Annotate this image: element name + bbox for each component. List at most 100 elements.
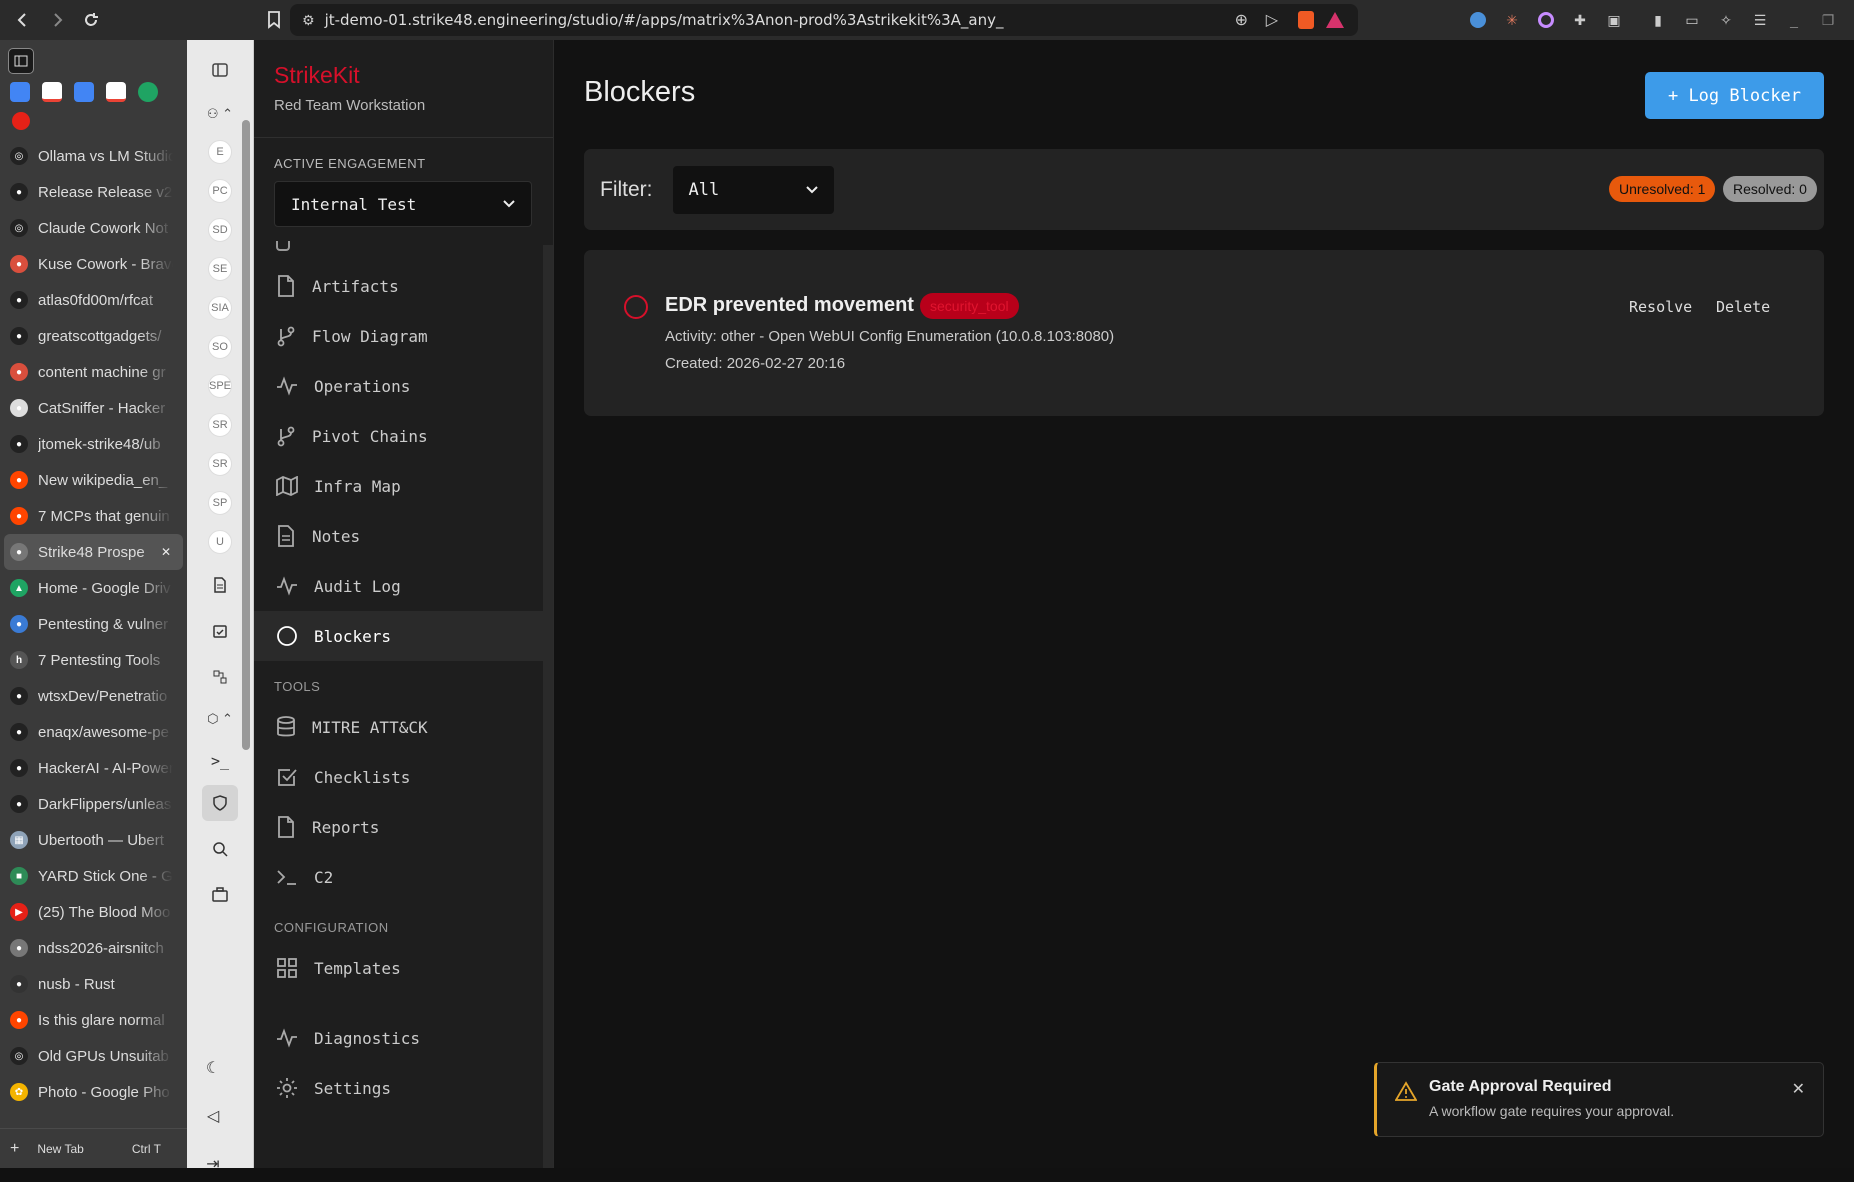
site-settings-icon[interactable]: ⚙ <box>302 12 315 29</box>
close-window-icon[interactable]: ✕ <box>1850 8 1854 32</box>
tab-item[interactable]: ◎ Old GPUs Unsuitab <box>0 1038 187 1074</box>
tab-item[interactable]: ◎ Claude Cowork Not <box>0 210 187 246</box>
search-icon[interactable] <box>202 831 238 867</box>
brave-shields-icon[interactable] <box>1298 11 1314 29</box>
nav-item-pivot-chains[interactable]: Pivot Chains <box>254 411 544 461</box>
menu-icon[interactable]: ☰ <box>1748 8 1772 32</box>
nav-item-settings[interactable]: Settings <box>254 1063 544 1113</box>
engagement-avatar[interactable]: SPE <box>208 373 232 398</box>
engagement-avatar[interactable]: PC <box>208 178 232 203</box>
rail-scrollbar[interactable] <box>242 100 250 1000</box>
extension-ring-icon[interactable] <box>1534 8 1558 32</box>
address-bar[interactable]: ⚙ jt-demo-01.strike48.engineering/studio… <box>290 4 1358 36</box>
dark-mode-icon[interactable]: ☾ <box>195 1050 231 1086</box>
pinned-gmail-icon[interactable] <box>106 82 126 102</box>
tab-item[interactable]: ● Pentesting & vulner <box>0 606 187 642</box>
tab-item[interactable]: ■ YARD Stick One - Gr <box>0 858 187 894</box>
wallet-icon[interactable]: ▭ <box>1680 8 1704 32</box>
nav-item-notes[interactable]: Notes <box>254 511 544 561</box>
tab-item[interactable]: ● nusb - Rust <box>0 966 187 1002</box>
engagement-dropdown[interactable]: Internal Test <box>274 181 532 227</box>
tab-item[interactable]: ▶ (25) The Blood Moo <box>0 894 187 930</box>
tab-item[interactable]: ● New wikipedia_en_ <box>0 462 187 498</box>
engagement-avatar[interactable]: SR <box>208 451 232 476</box>
engagement-avatar[interactable]: SO <box>208 334 232 359</box>
gate-approval-toast[interactable]: Gate Approval Required A workflow gate r… <box>1374 1062 1824 1137</box>
tab-item[interactable]: ● DarkFlippers/unleas <box>0 786 187 822</box>
sidebar-toggle-icon[interactable]: ▮ <box>1646 8 1670 32</box>
tab-item[interactable]: ● 7 MCPs that genuin <box>0 498 187 534</box>
log-blocker-button[interactable]: + Log Blocker <box>1645 72 1824 119</box>
send-icon[interactable]: ▷ <box>1266 10 1278 30</box>
nav-item-flow-diagram[interactable]: Flow Diagram <box>254 311 544 361</box>
reload-icon[interactable] <box>74 3 108 37</box>
resolve-button[interactable]: Resolve <box>1629 298 1692 316</box>
sidebar-panel-icon[interactable] <box>8 48 34 74</box>
close-icon[interactable]: ✕ <box>1792 1079 1805 1099</box>
tab-item[interactable]: ● ndss2026-airsnitch <box>0 930 187 966</box>
pinned-calendar-icon[interactable] <box>74 82 94 102</box>
extension-claude-icon[interactable]: ✳ <box>1500 8 1524 32</box>
collapse-panel-icon[interactable] <box>202 52 238 88</box>
tab-item[interactable]: ▦ Ubertooth — Ubert <box>0 822 187 858</box>
calendar-icon[interactable] <box>202 613 238 649</box>
nav-scrollbar[interactable] <box>543 245 553 1168</box>
document-icon[interactable] <box>202 567 238 603</box>
workflow-icon[interactable] <box>202 659 238 695</box>
tab-item[interactable]: ✿ Photo - Google Pho <box>0 1074 187 1110</box>
restore-icon[interactable]: ❐ <box>1816 8 1840 32</box>
nav-item-artifacts[interactable]: Artifacts <box>254 261 544 311</box>
screenshot-icon[interactable]: ▣ <box>1602 8 1626 32</box>
resolve-status-icon[interactable] <box>624 295 648 319</box>
tab-item[interactable]: ● Kuse Cowork - Brave <box>0 246 187 282</box>
nav-item-infra-map[interactable]: Infra Map <box>254 461 544 511</box>
engagement-avatar[interactable]: E <box>208 139 232 164</box>
terminal-icon[interactable]: >_ <box>202 743 238 779</box>
tab-item[interactable]: ● greatscottgadgets/ <box>0 318 187 354</box>
pinned-gmail-icon[interactable] <box>42 82 62 102</box>
extensions-icon[interactable]: ✚ <box>1568 8 1592 32</box>
briefcase-icon[interactable] <box>202 877 238 913</box>
tab-item[interactable]: ● enaqx/awesome-pe <box>0 714 187 750</box>
tab-item[interactable]: ◎ Ollama vs LM Studio <box>0 138 187 174</box>
extension-g-icon[interactable] <box>1466 8 1490 32</box>
tab-item[interactable]: ● Is this glare normal <box>0 1002 187 1038</box>
logout-icon[interactable]: ⇥ <box>195 1146 231 1182</box>
package-icon[interactable]: ⬡ ⌃ <box>200 701 240 737</box>
nav-item-diagnostics[interactable]: Diagnostics <box>254 1013 544 1063</box>
tab-item[interactable]: ● jtomek-strike48/ub <box>0 426 187 462</box>
leo-ai-icon[interactable]: ✧ <box>1714 8 1738 32</box>
nav-item-blockers[interactable]: Blockers <box>254 611 544 661</box>
engagement-avatar[interactable]: SR <box>208 412 232 437</box>
tab-item[interactable]: ● content machine gr <box>0 354 187 390</box>
engagement-avatar[interactable]: SIA <box>208 295 232 320</box>
nav-item-c2[interactable]: C2 <box>254 852 544 902</box>
pinned-youtube-icon[interactable] <box>12 112 30 130</box>
forward-icon[interactable] <box>40 3 74 37</box>
filter-select[interactable]: All <box>672 165 834 214</box>
nav-item-checklists[interactable]: Checklists <box>254 752 544 802</box>
users-group-icon[interactable]: ⚇ ⌃ <box>200 96 240 132</box>
nav-item-operations[interactable]: Operations <box>254 361 544 411</box>
nav-item-mitre[interactable]: MITRE ATT&CK <box>254 702 544 752</box>
pinned-calendar-icon[interactable] <box>10 82 30 102</box>
shield-icon[interactable] <box>202 785 238 821</box>
back-icon[interactable] <box>6 3 40 37</box>
tab-item[interactable]: ● CatSniffer - Hacker <box>0 390 187 426</box>
pinned-phone-icon[interactable] <box>138 82 158 102</box>
bookmark-icon[interactable] <box>262 8 286 32</box>
announcement-icon[interactable]: ◁ <box>195 1098 231 1134</box>
tab-item[interactable]: ● HackerAI - AI-Power <box>0 750 187 786</box>
engagement-avatar[interactable]: SP <box>208 490 232 515</box>
zoom-icon[interactable]: ⊕ <box>1235 10 1248 30</box>
delete-button[interactable]: Delete <box>1716 298 1770 316</box>
engagement-avatar[interactable]: SD <box>208 217 232 242</box>
minimize-icon[interactable]: _ <box>1782 8 1806 32</box>
tab-item[interactable]: ● wtsxDev/Penetratio <box>0 678 187 714</box>
tab-item[interactable]: h 7 Pentesting Tools <box>0 642 187 678</box>
tab-item[interactable]: ● Release Release v2 <box>0 174 187 210</box>
nav-item-audit-log[interactable]: Audit Log <box>254 561 544 611</box>
new-tab-button[interactable]: + New Tab Ctrl T <box>0 1128 187 1168</box>
nav-item-reports[interactable]: Reports <box>254 802 544 852</box>
tab-item[interactable]: ● atlas0fd00m/rfcat <box>0 282 187 318</box>
